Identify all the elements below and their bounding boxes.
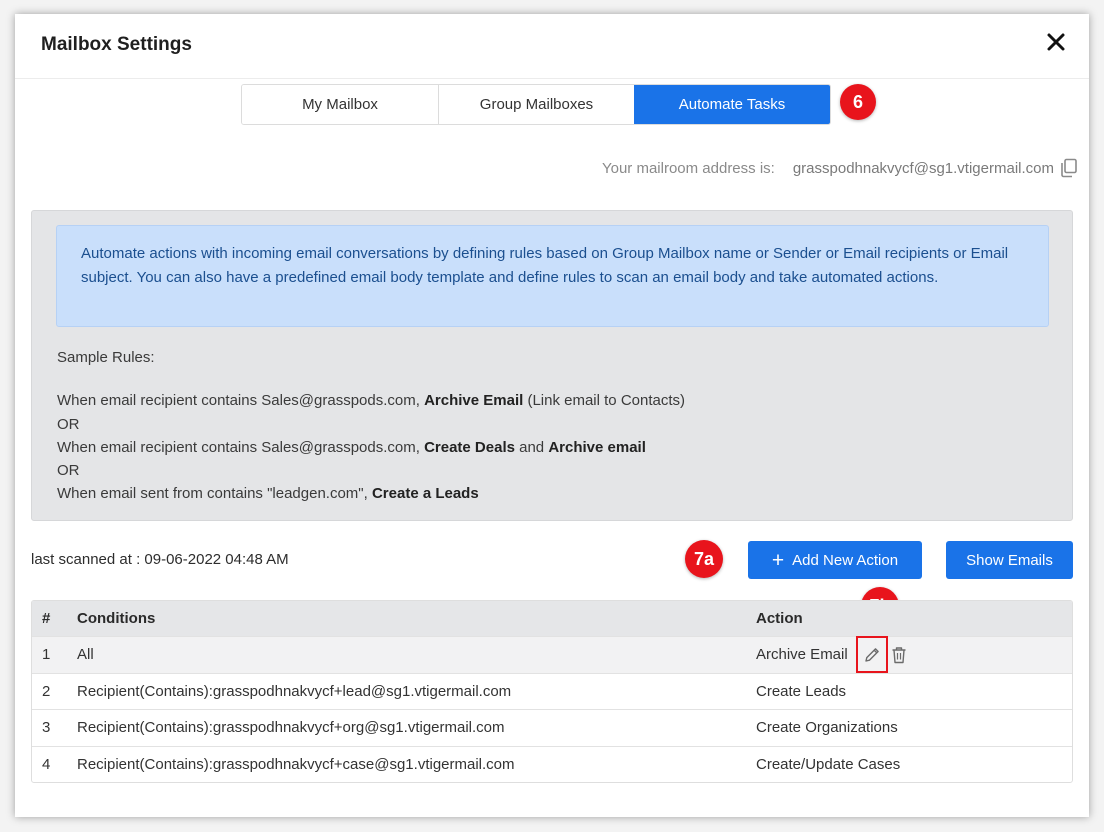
mailbox-tabs: My Mailbox Group Mailboxes Automate Task…	[241, 84, 831, 125]
step-badge-6: 6	[840, 84, 876, 120]
row-conditions: Recipient(Contains):grasspodhnakvycf+cas…	[77, 755, 515, 773]
rule1-text: When email recipient contains Sales@gras…	[57, 392, 425, 410]
row-number: 4	[42, 755, 51, 773]
row-number: 1	[42, 646, 51, 664]
rule2-text: When email recipient contains Sales@gras…	[57, 438, 425, 456]
table-row[interactable]: 1 All Archive Email	[32, 636, 1072, 674]
row-action: Create/Update Cases	[756, 755, 901, 773]
automation-info-panel: Automate actions with incoming email con…	[31, 210, 1073, 521]
row-action: Create Organizations	[756, 719, 898, 737]
or-separator: OR	[57, 462, 80, 480]
step-badge-7a: 7a	[685, 540, 723, 578]
row-action: Archive Email	[756, 636, 1072, 674]
rule1-suffix: (Link email to Contacts)	[523, 392, 686, 410]
copy-icon[interactable]	[1060, 158, 1078, 178]
mailroom-address: Your mailroom address is: grasspodhnakvy…	[602, 158, 1078, 178]
row-conditions: All	[77, 646, 94, 664]
table-header-row: # Conditions Action	[32, 601, 1072, 636]
sample-rules: Sample Rules: When email recipient conta…	[57, 346, 685, 506]
last-scanned-text: last scanned at : 09-06-2022 04:48 AM	[31, 551, 289, 568]
row-number: 3	[42, 719, 51, 737]
tab-my-mailbox[interactable]: My Mailbox	[242, 85, 438, 124]
info-message: Automate actions with incoming email con…	[56, 225, 1049, 327]
rule2-action2: Archive email	[548, 438, 646, 456]
plus-icon: +	[771, 548, 785, 572]
actions-table: # Conditions Action 1 All Archive Email …	[31, 600, 1073, 783]
rule3-text: When email sent from contains "leadgen.c…	[57, 485, 372, 503]
or-separator: OR	[57, 415, 80, 433]
rule2-action1: Create Deals	[424, 438, 515, 456]
mailroom-label: Your mailroom address is:	[601, 159, 775, 177]
row-action-label: Archive Email	[756, 646, 848, 664]
edit-icon[interactable]	[855, 636, 888, 674]
table-row[interactable]: 3 Recipient(Contains):grasspodhnakvycf+o…	[32, 709, 1072, 746]
row-action: Create Leads	[756, 682, 847, 700]
tab-group-mailboxes[interactable]: Group Mailboxes	[438, 85, 634, 124]
table-row[interactable]: 4 Recipient(Contains):grasspodhnakvycf+c…	[32, 745, 1072, 783]
row-conditions: Recipient(Contains):grasspodhnakvycf+lea…	[77, 682, 512, 700]
col-header-number: #	[42, 610, 51, 627]
sample-rule-3: When email sent from contains "leadgen.c…	[57, 482, 685, 505]
dialog-header: Mailbox Settings	[15, 14, 1089, 79]
col-header-conditions: Conditions	[77, 610, 156, 627]
table-row[interactable]: 2 Recipient(Contains):grasspodhnakvycf+l…	[32, 672, 1072, 710]
sample-rule-2: When email recipient contains Sales@gras…	[57, 436, 685, 459]
mailroom-email: grasspodhnakvycf@sg1.vtigermail.com	[792, 159, 1054, 177]
add-new-action-button[interactable]: + Add New Action	[748, 541, 922, 579]
add-new-action-label: Add New Action	[792, 551, 899, 569]
rule1-action: Archive Email	[424, 392, 524, 410]
show-emails-button[interactable]: Show Emails	[946, 541, 1073, 579]
rule2-mid: and	[514, 438, 549, 456]
close-icon[interactable]	[1045, 31, 1067, 53]
dialog-title: Mailbox Settings	[41, 34, 192, 55]
sample-rules-heading: Sample Rules:	[57, 349, 155, 366]
sample-rule-1: When email recipient contains Sales@gras…	[57, 389, 685, 412]
col-header-action: Action	[756, 610, 803, 627]
tab-automate-tasks[interactable]: Automate Tasks	[634, 85, 830, 124]
rule3-action: Create a Leads	[371, 485, 479, 503]
trash-icon[interactable]	[891, 646, 907, 664]
row-conditions: Recipient(Contains):grasspodhnakvycf+org…	[77, 719, 505, 737]
row-number: 2	[42, 682, 51, 700]
